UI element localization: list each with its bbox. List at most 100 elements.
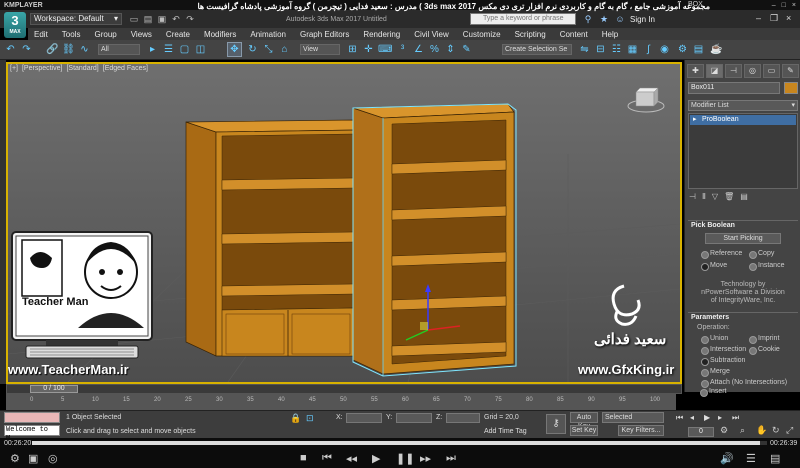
track-bar[interactable]: 0 5 10 15 20 25 30 35 40 45 50 55 60 65 70 75 80 85 90 95 10… — [6, 394, 676, 410]
select-and-move-icon[interactable]: ✥ — [227, 42, 242, 57]
time-slider-track[interactable] — [6, 384, 682, 394]
named-selection-dropdown[interactable]: Create Selection Se — [502, 44, 572, 55]
angle-snap-icon[interactable]: ∠ — [412, 43, 425, 56]
viewport-point-of-view[interactable]: [Perspective] — [22, 65, 62, 72]
menu-customize[interactable]: Customize — [457, 30, 509, 39]
maxscript-listener-input[interactable] — [4, 412, 60, 423]
mirror-icon[interactable]: ⇋ — [578, 43, 591, 56]
app-close-icon[interactable]: × — [786, 13, 791, 23]
time-slider-handle[interactable]: 0 / 100 — [30, 385, 78, 393]
player-next-icon[interactable]: ⏭ — [446, 452, 456, 465]
player-window-controls[interactable]: – □ × — [772, 2, 796, 9]
y-coordinate-field[interactable] — [396, 413, 432, 423]
pick-boolean-rollout-title[interactable]: Pick Boolean — [688, 220, 798, 230]
player-3d-icon[interactable]: ▣ — [28, 452, 38, 465]
radio-intersection[interactable]: Intersection — [701, 346, 746, 355]
pan-icon[interactable]: ✋ — [756, 425, 767, 436]
app-restore-icon[interactable]: ❐ — [770, 13, 778, 24]
user-icon[interactable]: ☺ — [614, 13, 626, 25]
radio-subtraction[interactable]: Subtraction — [701, 357, 745, 366]
radio-imprint[interactable]: Imprint — [749, 335, 779, 344]
radio-insert[interactable]: Insert — [700, 388, 727, 397]
stack-item-proboolean[interactable]: ProBoolean — [690, 115, 796, 125]
radio-attach[interactable]: Attach (No Intersections) — [701, 379, 787, 388]
player-stop-icon[interactable]: ■ — [300, 452, 307, 464]
add-time-tag[interactable]: Add Time Tag — [484, 428, 527, 435]
open-file-icon[interactable]: ▤ — [142, 13, 154, 25]
menu-group[interactable]: Group — [88, 30, 124, 39]
viewport-shading[interactable]: [Standard] — [66, 65, 98, 72]
radio-instance[interactable]: Instance — [749, 262, 784, 271]
search-input[interactable]: Type a keyword or phrase — [470, 13, 576, 25]
menu-animation[interactable]: Animation — [244, 30, 294, 39]
menu-tools[interactable]: Tools — [56, 30, 89, 39]
manipulate-icon[interactable]: ✛ — [362, 43, 375, 56]
radio-union[interactable]: Union — [701, 335, 728, 344]
menu-content[interactable]: Content — [554, 30, 596, 39]
link-icon[interactable]: 🔗 — [46, 43, 59, 56]
viewcube-icon[interactable] — [627, 87, 665, 113]
bind-spacewarp-icon[interactable]: ∿ — [78, 43, 91, 56]
player-playlist-icon[interactable]: ☰ — [746, 452, 756, 465]
close-icon[interactable]: × — [792, 2, 796, 9]
material-editor-icon[interactable]: ◉ — [658, 43, 671, 56]
menu-modifiers[interactable]: Modifiers — [198, 30, 244, 39]
set-key-button[interactable]: Set Key — [570, 425, 598, 436]
viewport-menu-plus[interactable]: [+] — [10, 65, 18, 72]
player-play-icon[interactable]: ▶ — [372, 452, 380, 465]
undo-quick-icon[interactable]: ↶ — [170, 13, 182, 25]
rect-selection-icon[interactable]: ▢ — [178, 43, 191, 56]
next-frame-icon[interactable]: ▸ — [718, 413, 722, 422]
app-logo-button[interactable]: 3 MAX — [4, 12, 26, 38]
pin-stack-icon[interactable]: ⊣ — [689, 192, 696, 204]
parameters-rollout-title[interactable]: Parameters — [688, 312, 798, 322]
object-color-swatch[interactable] — [784, 82, 798, 94]
sign-in-link[interactable]: Sign In — [630, 15, 655, 24]
zoom-icon[interactable]: ⌕ — [740, 425, 745, 436]
selection-filter-dropdown[interactable]: All — [98, 44, 140, 55]
app-minimize-icon[interactable]: – — [756, 13, 761, 23]
time-config-icon[interactable]: ⚙ — [720, 425, 728, 436]
player-prev-icon[interactable]: ⏮ — [322, 452, 332, 465]
select-by-name-icon[interactable]: ☰ — [162, 43, 175, 56]
menu-help[interactable]: Help — [596, 30, 626, 39]
new-file-icon[interactable]: ▭ — [128, 13, 140, 25]
unlink-icon[interactable]: ⛓ — [62, 43, 75, 56]
maximize-viewport-icon[interactable]: ⤢ — [786, 425, 793, 436]
rendered-frame-icon[interactable]: ▤ — [692, 43, 705, 56]
reference-coord-dropdown[interactable]: View — [300, 44, 340, 55]
layer-explorer-icon[interactable]: ☷ — [610, 43, 623, 56]
tab-hierarchy[interactable]: ⊣ — [725, 64, 742, 78]
redo-icon[interactable]: ↷ — [20, 43, 33, 56]
scene-explorer-icon[interactable]: ▦ — [626, 43, 639, 56]
z-coordinate-field[interactable] — [446, 413, 480, 423]
radio-copy[interactable]: Copy — [749, 250, 774, 259]
modifier-stack[interactable]: ProBoolean — [688, 113, 798, 189]
viewport-edges[interactable]: [Edged Faces] — [103, 65, 148, 72]
player-settings-icon[interactable]: ⚙ — [10, 452, 20, 465]
tab-motion[interactable]: ◎ — [744, 64, 761, 78]
undo-icon[interactable]: ↶ — [4, 43, 17, 56]
maxscript-welcome[interactable]: Welcome to M. — [4, 425, 60, 443]
window-crossing-icon[interactable]: ◫ — [194, 43, 207, 56]
redo-quick-icon[interactable]: ↷ — [184, 13, 196, 25]
tab-display[interactable]: ▭ — [763, 64, 780, 78]
snap-3-icon[interactable]: ³ — [396, 43, 409, 56]
auto-key-button[interactable]: Auto Key — [570, 412, 598, 430]
menu-graph-editors[interactable]: Graph Editors — [294, 30, 357, 39]
menu-views[interactable]: Views — [125, 30, 160, 39]
go-to-start-icon[interactable]: ⏮ — [676, 413, 683, 423]
player-pause-icon[interactable]: ❚❚ — [396, 452, 414, 465]
x-coordinate-field[interactable] — [346, 413, 382, 423]
radio-cookie[interactable]: Cookie — [749, 346, 780, 355]
remove-modifier-icon[interactable]: 🗑 — [724, 192, 734, 204]
set-key-icon[interactable]: ⚷ — [546, 414, 566, 434]
show-end-result-icon[interactable]: Ⅱ — [702, 192, 706, 204]
make-unique-icon[interactable]: ▽ — [712, 192, 718, 204]
orbit-icon[interactable]: ↻ — [772, 425, 780, 436]
key-selection-dropdown[interactable]: Selected — [602, 412, 664, 423]
menu-rendering[interactable]: Rendering — [357, 30, 408, 39]
maximize-icon[interactable]: □ — [782, 2, 786, 9]
spinner-snap-icon[interactable]: ⇕ — [444, 43, 457, 56]
menu-create[interactable]: Create — [160, 30, 198, 39]
